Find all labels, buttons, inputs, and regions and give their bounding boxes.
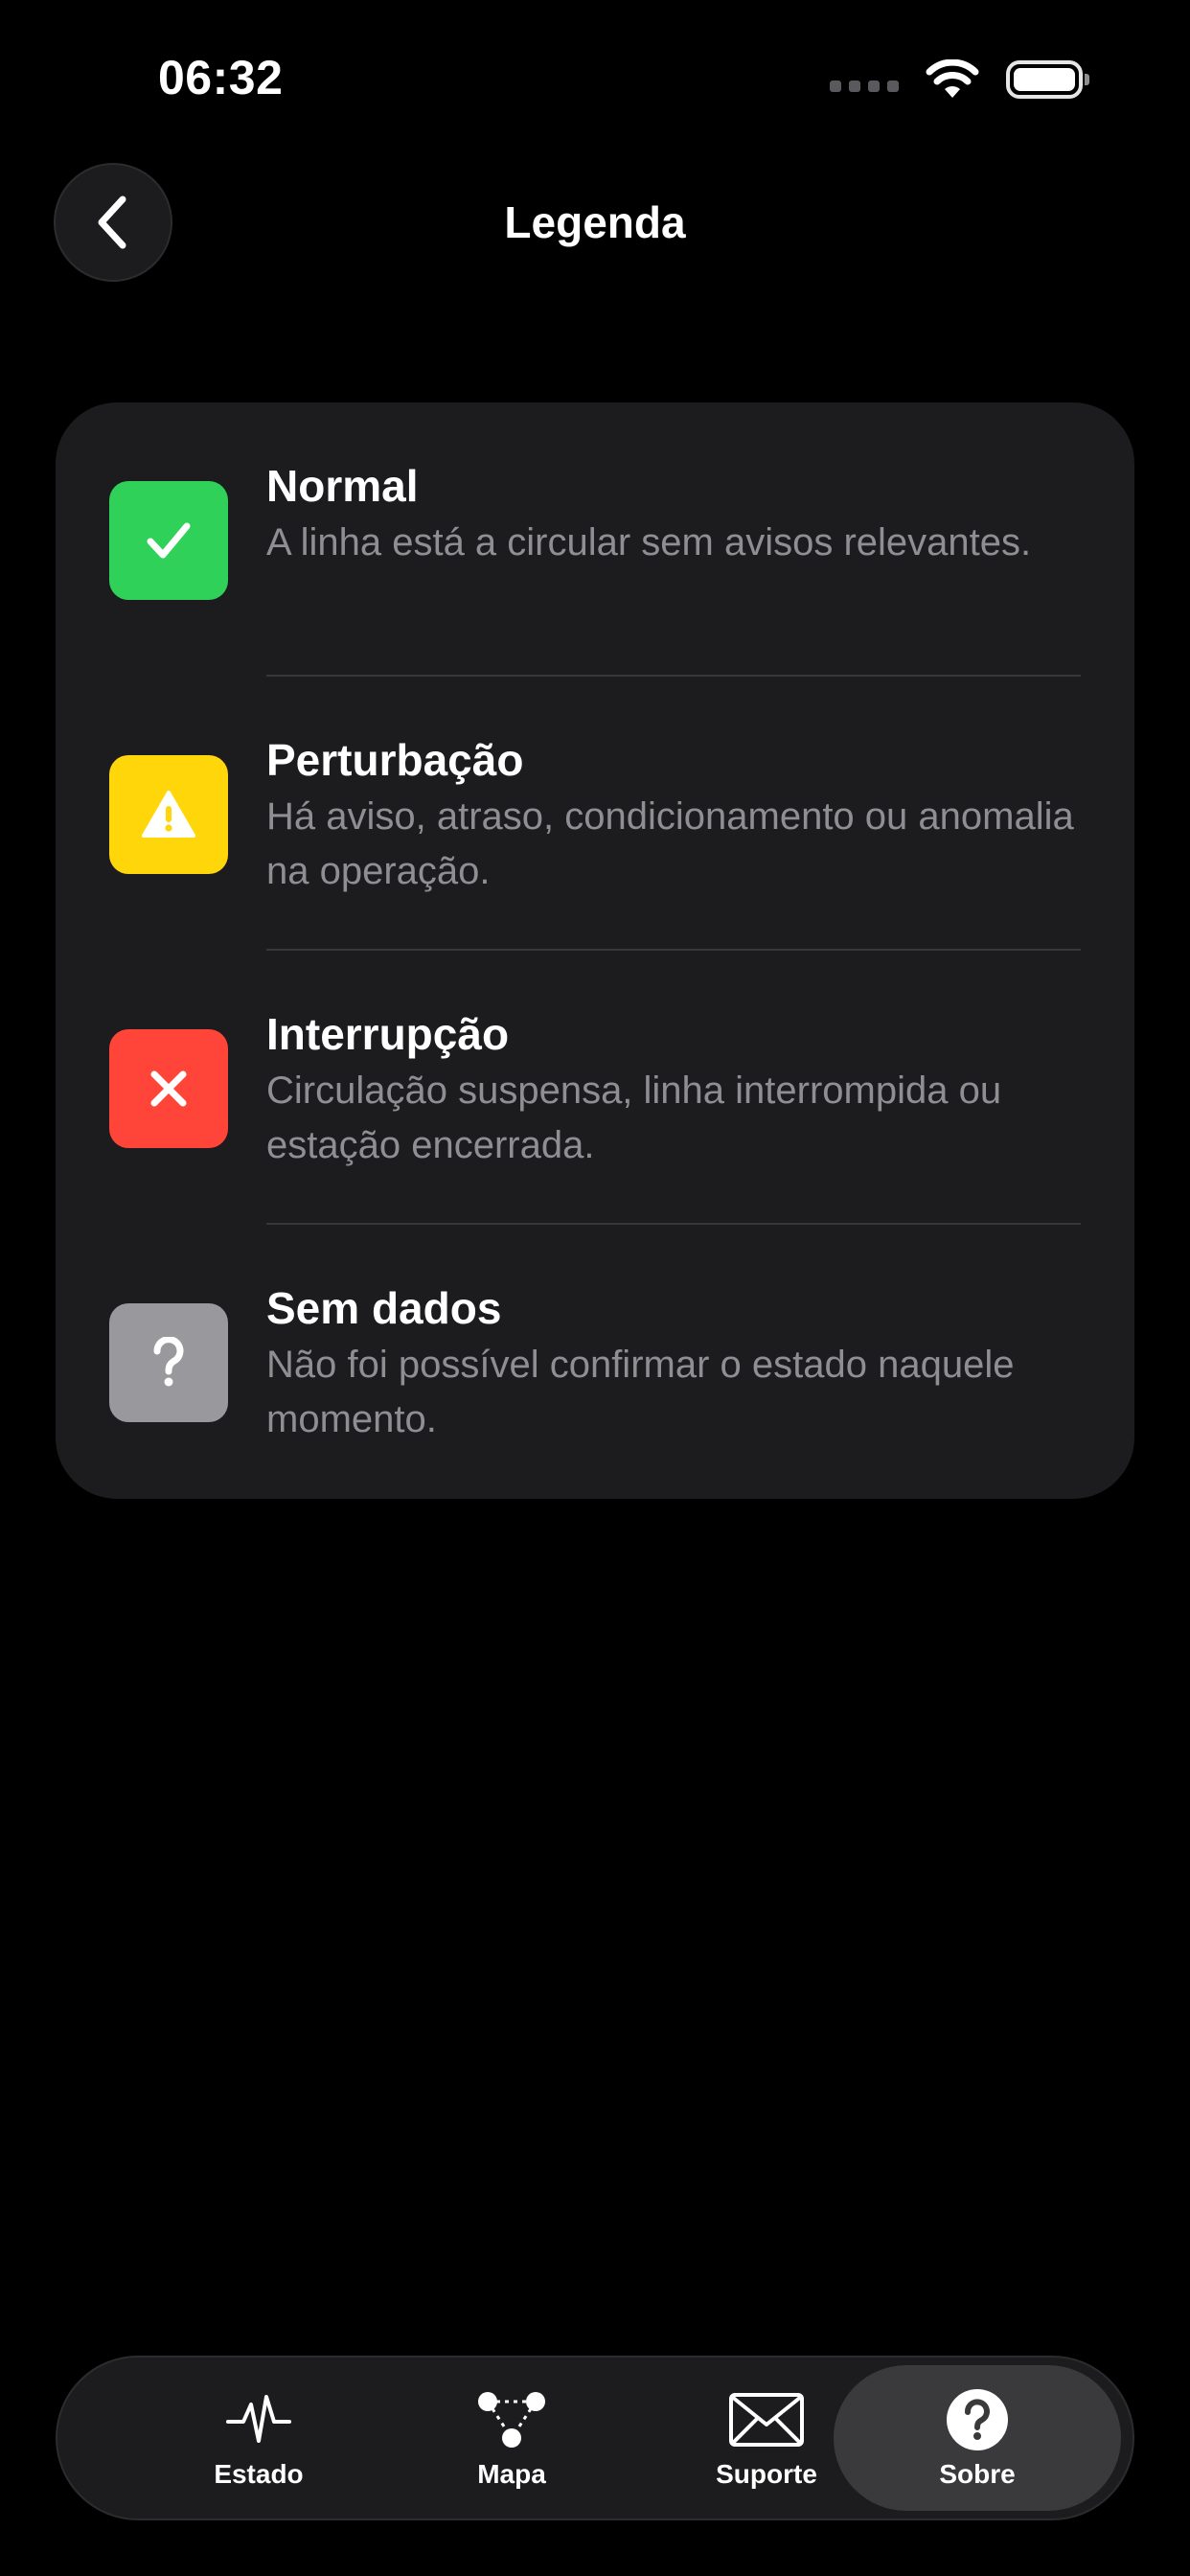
status-icons — [830, 59, 1089, 100]
legend-item-title: Interrupção — [266, 1009, 510, 1059]
status-badge-interruption — [109, 1029, 228, 1148]
question-circle-icon — [947, 2389, 1008, 2450]
status-badge-normal — [109, 481, 228, 600]
tab-estado[interactable]: Estado — [115, 2365, 402, 2511]
legend-item-title: Perturbação — [266, 735, 524, 785]
battery-icon — [1006, 60, 1089, 99]
legend-card: Normal A linha está a circular sem aviso… — [56, 402, 1134, 1499]
legend-item-interruption: Interrupção Circulação suspensa, linha i… — [56, 951, 1134, 1225]
tab-label: Mapa — [477, 2459, 546, 2489]
legend-item-description: A linha está a circular sem avisos relev… — [266, 521, 1032, 564]
pulse-icon — [226, 2395, 291, 2443]
tab-label: Sobre — [939, 2459, 1016, 2489]
page-title: Legenda — [504, 197, 686, 247]
legend-item-description: Não foi possível confirmar o estado naqu… — [266, 1344, 1015, 1440]
legend-item-normal: Normal A linha está a circular sem aviso… — [56, 402, 1134, 677]
question-mark-icon — [153, 1337, 184, 1387]
tab-bar: Estado Mapa Suporte Sobre — [56, 2356, 1134, 2520]
status-time: 06:32 — [158, 51, 284, 104]
cellular-signal-icon — [830, 80, 899, 92]
legend-item-title: Sem dados — [266, 1283, 502, 1333]
envelope-icon — [729, 2393, 804, 2447]
legend-item-no-data: Sem dados Não foi possível confirmar o e… — [56, 1225, 1134, 1499]
tab-sobre[interactable]: Sobre — [834, 2365, 1121, 2511]
warning-icon — [142, 791, 195, 838]
tab-label: Suporte — [716, 2459, 817, 2489]
legend-item-perturbation: Perturbação Há aviso, atraso, condiciona… — [56, 677, 1134, 951]
legend-item-title: Normal — [266, 461, 419, 511]
wifi-icon — [926, 59, 979, 98]
network-map-icon — [478, 2392, 545, 2448]
checkmark-icon — [147, 522, 191, 559]
legend-item-description: Há aviso, atraso, condicionamento ou ano… — [266, 795, 1074, 892]
tab-mapa[interactable]: Mapa — [368, 2365, 655, 2511]
status-badge-perturbation — [109, 755, 228, 874]
legend-item-description: Circulação suspensa, linha interrompida … — [266, 1070, 1002, 1166]
status-badge-no-data — [109, 1303, 228, 1422]
x-mark-icon — [150, 1070, 187, 1107]
tab-label: Estado — [214, 2459, 304, 2489]
